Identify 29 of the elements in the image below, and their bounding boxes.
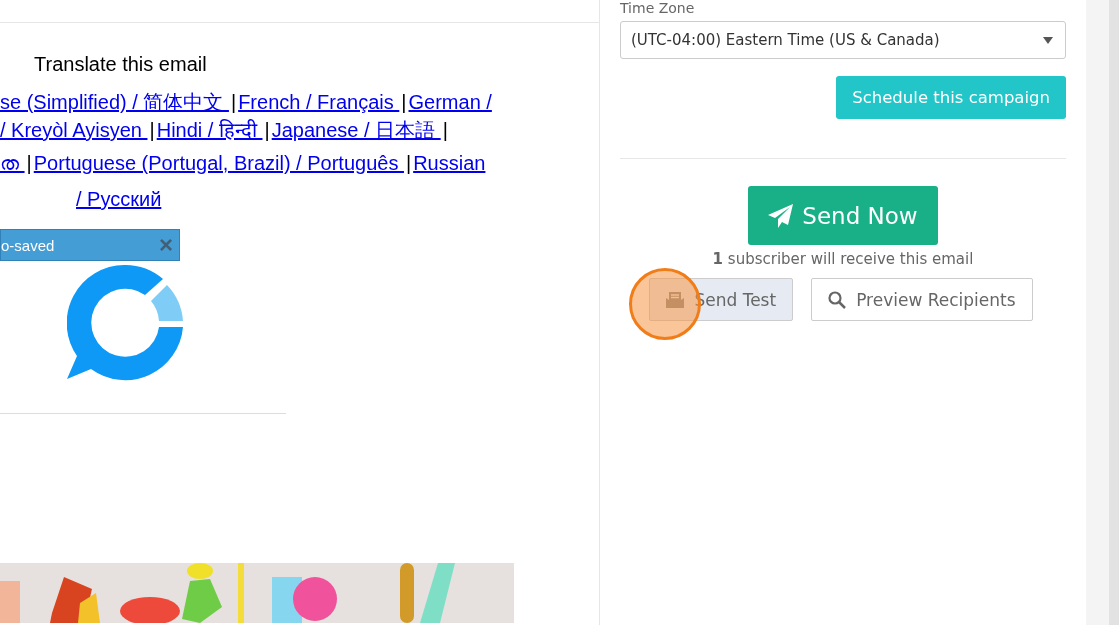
link-separator: | xyxy=(25,151,33,176)
logo-icon xyxy=(67,265,183,381)
envelope-icon xyxy=(666,291,685,308)
language-link[interactable]: Hindi / हिन्दी xyxy=(156,116,263,144)
caret-icon xyxy=(1043,36,1053,44)
link-separator: | xyxy=(404,151,413,176)
scrollbar[interactable] xyxy=(1109,0,1119,625)
toast-text: o-saved xyxy=(1,236,55,254)
link-separator: | xyxy=(441,118,449,143)
language-link[interactable]: German / xyxy=(408,88,492,116)
translate-heading: Translate this email xyxy=(34,53,208,76)
search-icon xyxy=(828,290,847,309)
language-link[interactable]: French / Français xyxy=(238,88,400,116)
language-link[interactable]: / Kreyòl Ayisyen xyxy=(0,116,148,144)
recipients-note: 1 subscriber will receive this email xyxy=(712,250,974,268)
link-separator: | xyxy=(148,118,156,143)
language-link[interactable]: / Русский xyxy=(76,185,162,213)
link-separator: | xyxy=(229,90,238,115)
time-zone-select[interactable]: (UTC-04:00) Eastern Time (US & Canada) xyxy=(620,21,1066,59)
language-link[interactable]: se (Simplified) / 简体中文 xyxy=(0,88,229,116)
link-separator: | xyxy=(400,90,408,115)
language-link[interactable]: Russian xyxy=(413,149,486,177)
language-link[interactable]: Portuguese (Portugal, Brazil) / Português xyxy=(33,149,404,177)
link-separator: | xyxy=(263,118,271,143)
field-label: Time Zone xyxy=(620,0,696,17)
language-link[interactable]: Japanese / 日本語 xyxy=(271,116,441,144)
language-link[interactable]: ത xyxy=(0,149,25,177)
preview-recipients-button[interactable]: Preview Recipients xyxy=(811,278,1033,321)
paper-plane-icon xyxy=(768,203,795,228)
